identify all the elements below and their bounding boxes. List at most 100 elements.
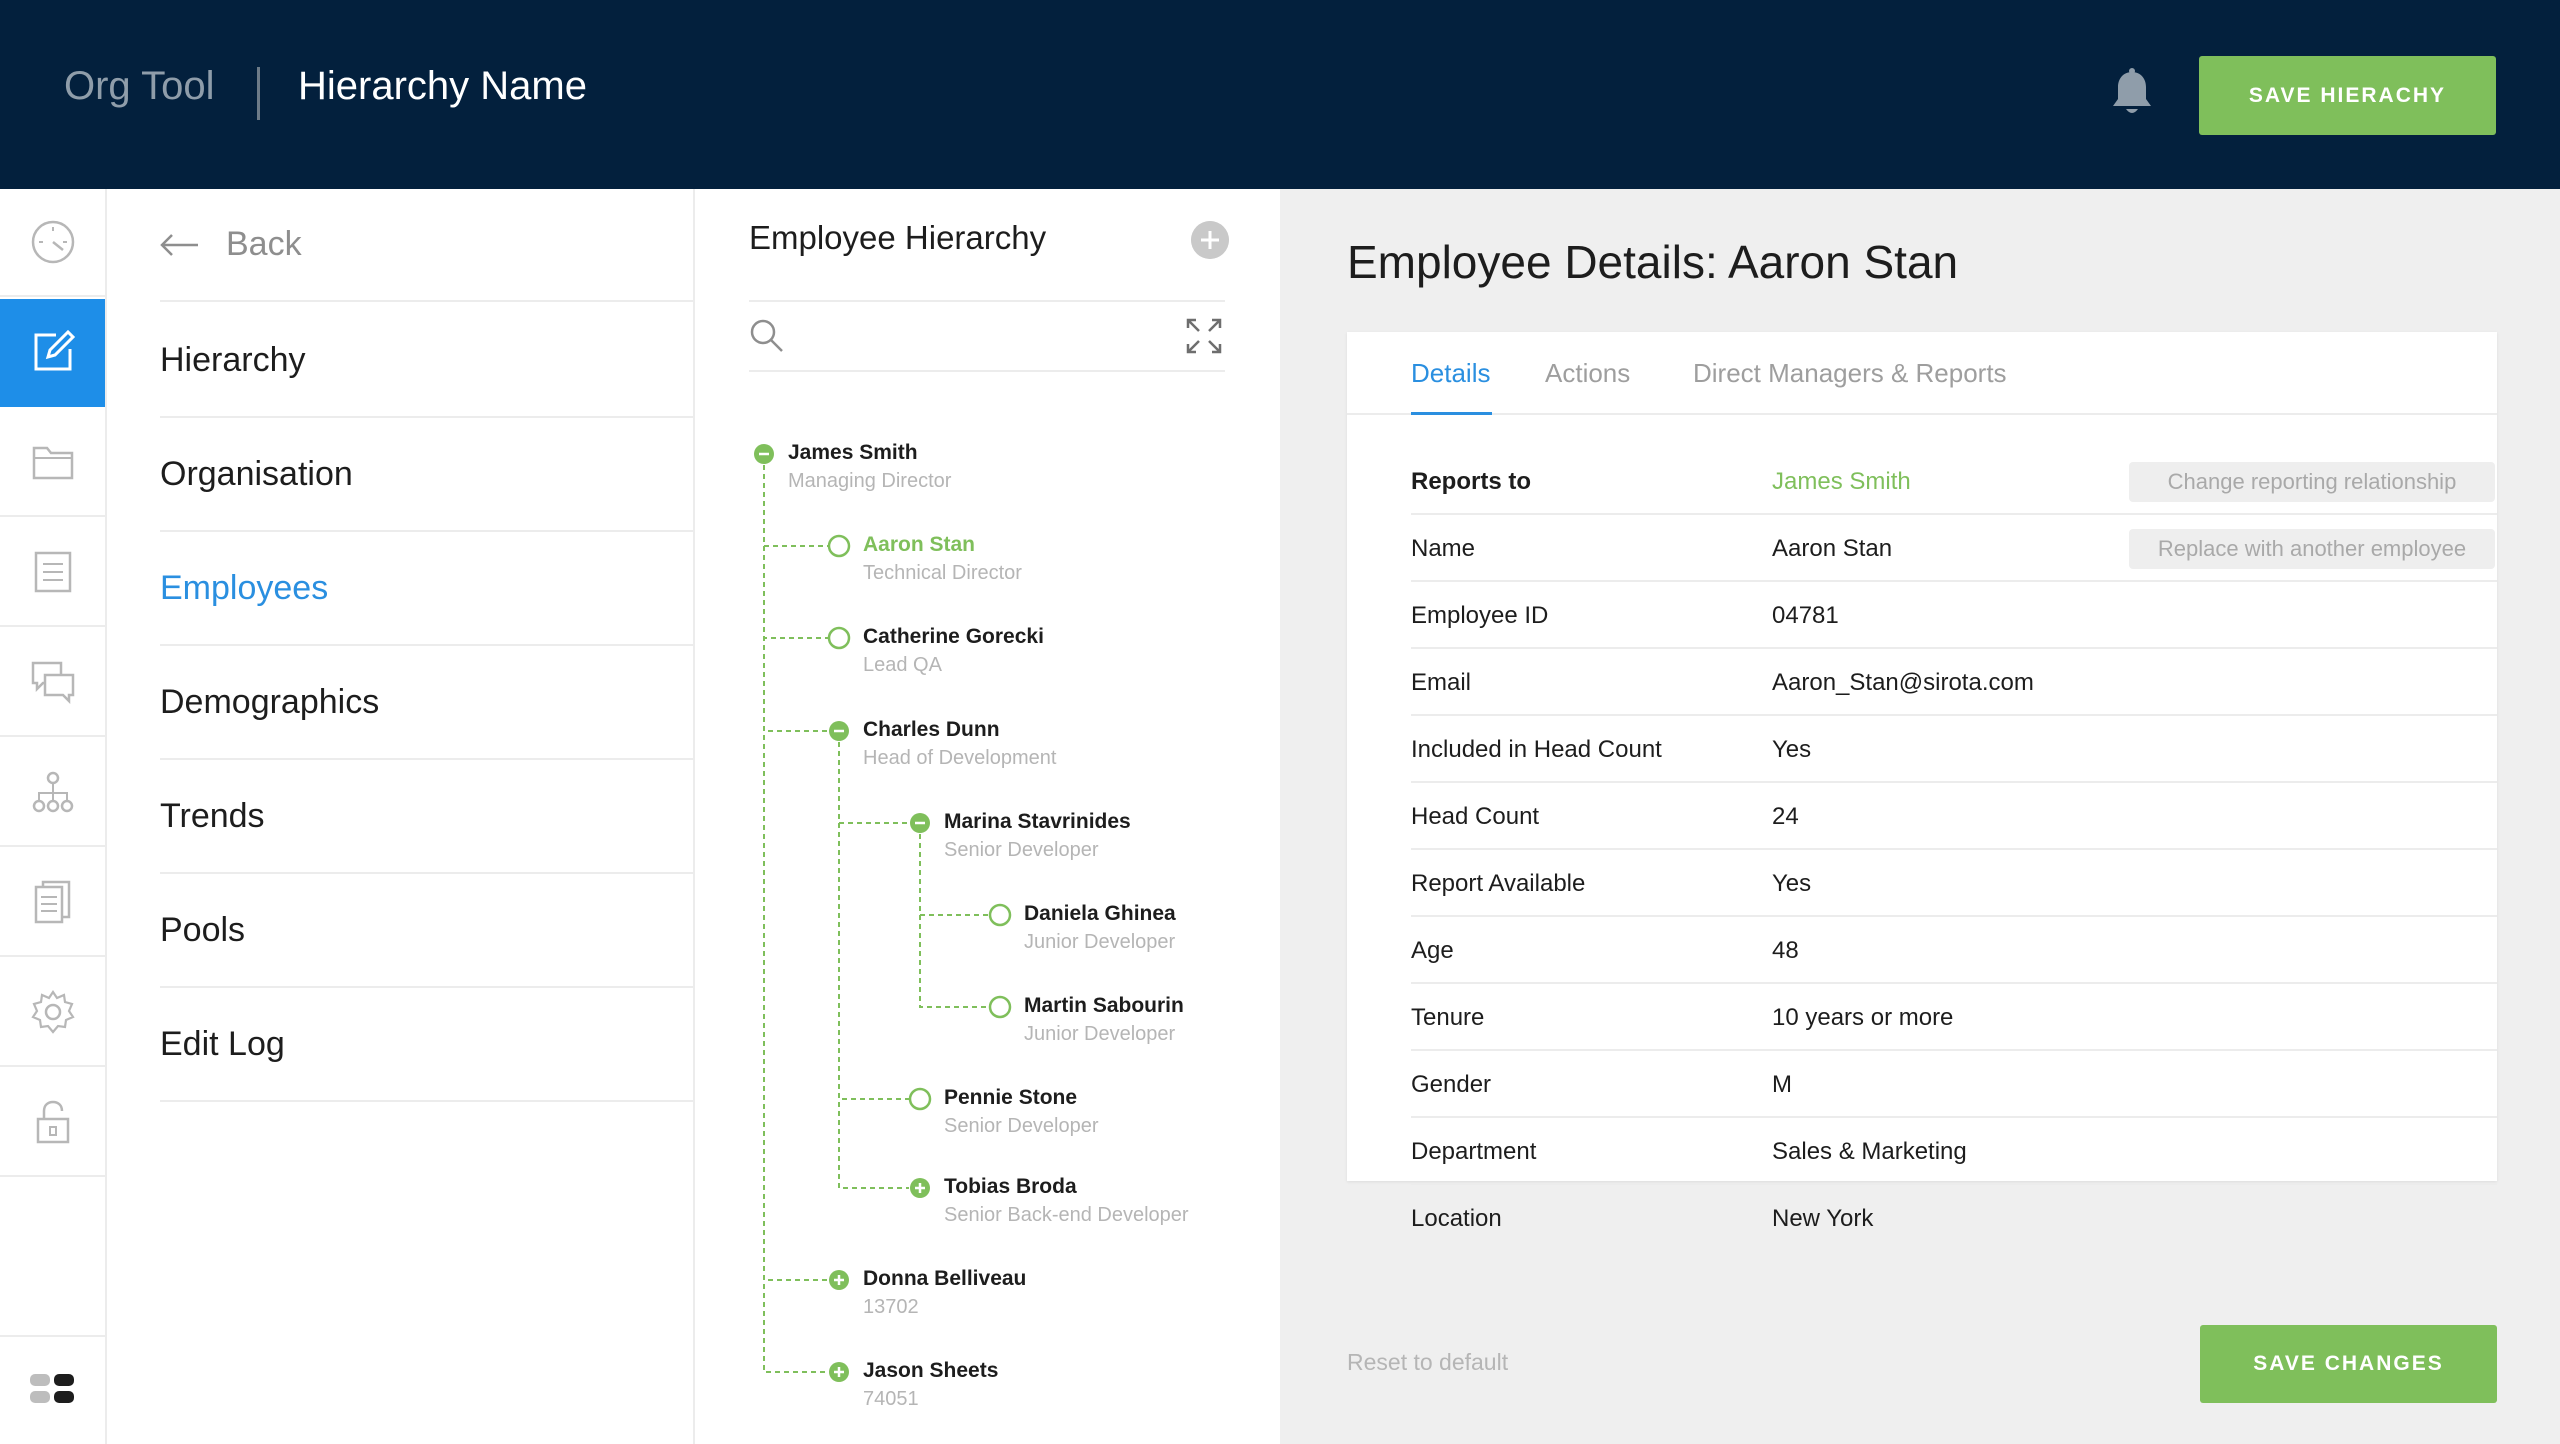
rail-item-org-chart[interactable] bbox=[0, 739, 105, 847]
detail-value: M bbox=[1772, 1071, 1792, 1098]
tree-node-subtitle: Senior Developer bbox=[944, 1115, 1099, 1137]
tree-node-subtitle: Technical Director bbox=[863, 562, 1022, 584]
rail-item-settings[interactable] bbox=[0, 959, 105, 1067]
tree-node-name[interactable]: Donna Belliveau bbox=[863, 1267, 1026, 1291]
nav-item-organisation[interactable]: Organisation bbox=[160, 418, 695, 532]
nav-item-employees[interactable]: Employees bbox=[160, 532, 695, 646]
list-icon bbox=[34, 551, 71, 593]
bell-icon[interactable] bbox=[2110, 68, 2154, 118]
tab-details[interactable]: Details bbox=[1411, 358, 1490, 389]
save-hierarchy-button[interactable]: SAVE HIERACHY bbox=[2199, 56, 2496, 135]
collapse-node-icon[interactable] bbox=[910, 813, 930, 833]
tree-node-name[interactable]: Aaron Stan bbox=[863, 533, 975, 557]
rail-item-lock[interactable] bbox=[0, 1069, 105, 1177]
tree-node-name[interactable]: Jason Sheets bbox=[863, 1359, 998, 1383]
details-tabs: Details Actions Direct Managers & Report… bbox=[1347, 332, 2497, 415]
tree-node-name[interactable]: Charles Dunn bbox=[863, 718, 1000, 742]
detail-label: Head Count bbox=[1411, 803, 1540, 830]
nav-item-edit-log[interactable]: Edit Log bbox=[160, 988, 695, 1102]
tree-node-name[interactable]: Daniela Ghinea bbox=[1024, 902, 1176, 926]
section-nav: Back Hierarchy Organisation Employees De… bbox=[107, 189, 695, 1444]
icon-rail bbox=[0, 189, 107, 1444]
hierarchy-name[interactable]: Hierarchy Name bbox=[298, 64, 587, 109]
expand-node-icon[interactable] bbox=[829, 1362, 849, 1382]
collapse-node-icon[interactable] bbox=[829, 721, 849, 741]
rail-item-list[interactable] bbox=[0, 519, 105, 627]
detail-label: Report Available bbox=[1411, 870, 1586, 897]
tree-connector bbox=[838, 742, 909, 1100]
collapse-node-icon[interactable] bbox=[754, 444, 774, 464]
tree-node-subtitle: 74051 bbox=[863, 1388, 919, 1410]
lock-icon bbox=[36, 1100, 69, 1144]
rail-item-edit[interactable] bbox=[0, 299, 105, 407]
detail-label: Reports to bbox=[1411, 468, 1531, 495]
rail-item-comments[interactable] bbox=[0, 629, 105, 737]
nav-item-demographics[interactable]: Demographics bbox=[160, 646, 695, 760]
detail-label: Department bbox=[1411, 1138, 1537, 1165]
leaf-node-icon bbox=[827, 626, 851, 650]
tree-node-name[interactable]: Catherine Gorecki bbox=[863, 625, 1044, 649]
tree-node-subtitle: Senior Back-end Developer bbox=[944, 1204, 1189, 1226]
detail-label: Gender bbox=[1411, 1071, 1492, 1098]
tree-connector bbox=[763, 465, 828, 732]
tree-connector bbox=[763, 465, 828, 1373]
tree-node-name[interactable]: Pennie Stone bbox=[944, 1086, 1077, 1110]
expand-node-icon[interactable] bbox=[910, 1178, 930, 1198]
employee-hierarchy-panel: Employee Hierarchy James Smith Managing D… bbox=[695, 189, 1280, 1444]
detail-value: 04781 bbox=[1772, 602, 1839, 629]
active-tab-indicator bbox=[1411, 412, 1492, 415]
leaf-node-icon bbox=[988, 995, 1012, 1019]
rail-item-documents[interactable] bbox=[0, 849, 105, 957]
rail-item-folder[interactable] bbox=[0, 409, 105, 517]
detail-label: Included in Head Count bbox=[1411, 736, 1662, 763]
comments-icon bbox=[31, 661, 74, 704]
rail-item-dashboard[interactable] bbox=[0, 189, 105, 297]
replace-employee-button[interactable]: Replace with another employee bbox=[2129, 529, 2495, 569]
leaf-node-icon bbox=[908, 1087, 932, 1111]
detail-row: Included in Head Count Yes bbox=[1411, 716, 2497, 783]
nav-item-pools[interactable]: Pools bbox=[160, 874, 695, 988]
detail-row: Report Available Yes bbox=[1411, 850, 2497, 917]
tree-node-subtitle: Lead QA bbox=[863, 654, 942, 676]
detail-row: Tenure 10 years or more bbox=[1411, 984, 2497, 1051]
detail-row: Employee ID 04781 bbox=[1411, 582, 2497, 649]
reset-to-default-link[interactable]: Reset to default bbox=[1347, 1349, 1508, 1376]
header-divider bbox=[257, 67, 260, 120]
tree-node-subtitle: 13702 bbox=[863, 1296, 919, 1318]
tree-node-name[interactable]: James Smith bbox=[788, 441, 918, 465]
documents-icon bbox=[34, 880, 70, 924]
tree-node-subtitle: Head of Development bbox=[863, 747, 1057, 769]
details-card: Details Actions Direct Managers & Report… bbox=[1347, 332, 2497, 1232]
tab-direct-managers-reports[interactable]: Direct Managers & Reports bbox=[1693, 358, 2007, 389]
reports-to-link[interactable]: James Smith bbox=[1772, 468, 1911, 496]
expand-node-icon[interactable] bbox=[829, 1270, 849, 1290]
nav-item-hierarchy[interactable]: Hierarchy bbox=[160, 304, 695, 418]
tree-node-name[interactable]: Tobias Broda bbox=[944, 1175, 1077, 1199]
arrow-left-icon bbox=[160, 233, 198, 256]
detail-label: Email bbox=[1411, 669, 1472, 696]
detail-value: Aaron Stan bbox=[1772, 535, 1893, 562]
back-button[interactable]: Back bbox=[160, 189, 695, 302]
detail-label: Tenure bbox=[1411, 1004, 1485, 1031]
detail-row: Head Count 24 bbox=[1411, 783, 2497, 850]
detail-value: Aaron_Stan@sirota.com bbox=[1772, 669, 2034, 696]
detail-label: Name bbox=[1411, 535, 1476, 562]
save-changes-button[interactable]: SAVE CHANGES bbox=[2200, 1325, 2497, 1403]
nav-item-trends[interactable]: Trends bbox=[160, 760, 695, 874]
detail-value: 24 bbox=[1772, 803, 1799, 830]
detail-value: Sales & Marketing bbox=[1772, 1138, 1967, 1165]
detail-value: Yes bbox=[1772, 870, 1812, 897]
back-label: Back bbox=[226, 225, 302, 263]
tree-node-name[interactable]: Marina Stavrinides bbox=[944, 810, 1131, 834]
change-reporting-button[interactable]: Change reporting relationship bbox=[2129, 462, 2495, 502]
tab-actions[interactable]: Actions bbox=[1545, 358, 1630, 389]
folder-icon bbox=[32, 446, 73, 480]
detail-row: Location New York bbox=[1411, 1185, 2497, 1252]
rail-divider bbox=[0, 1335, 105, 1337]
toggle-icon[interactable] bbox=[28, 1371, 76, 1407]
detail-row: Email Aaron_Stan@sirota.com bbox=[1411, 649, 2497, 716]
detail-value: New York bbox=[1772, 1205, 1874, 1232]
tree-node-name[interactable]: Martin Sabourin bbox=[1024, 994, 1184, 1018]
detail-row: Age 48 bbox=[1411, 917, 2497, 984]
detail-label: Employee ID bbox=[1411, 602, 1549, 629]
